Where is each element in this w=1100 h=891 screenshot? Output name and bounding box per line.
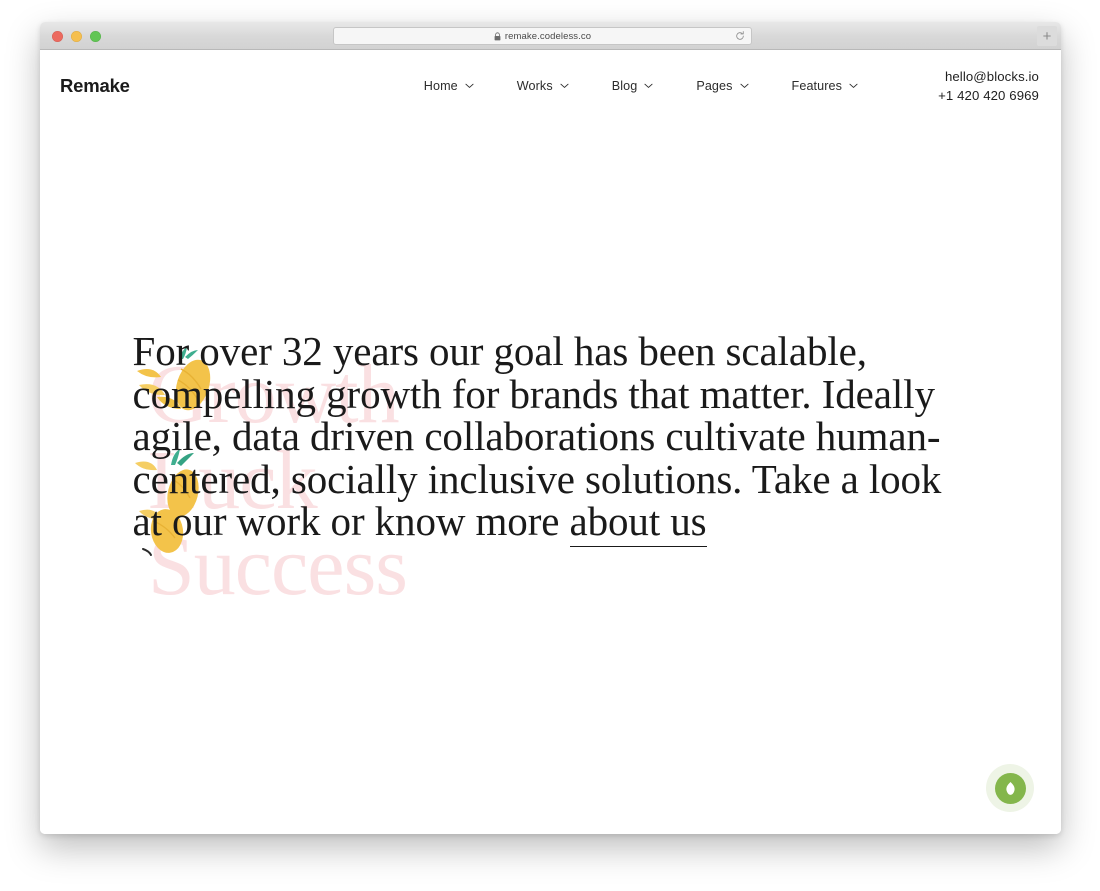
nav-item-label: Home bbox=[423, 79, 458, 93]
nav-item-pages[interactable]: Pages bbox=[696, 79, 749, 93]
nav-item-label: Pages bbox=[696, 79, 733, 93]
address-bar-url: remake.codeless.co bbox=[504, 30, 592, 42]
floating-action-button[interactable] bbox=[986, 764, 1034, 812]
address-bar-content: remake.codeless.co bbox=[494, 31, 591, 42]
page-viewport: Remake Home Works Blog Pages Features he… bbox=[40, 50, 1061, 834]
hero-headline: For over 32 years our goal has been scal… bbox=[126, 330, 976, 547]
contact-email[interactable]: hello@blocks.io bbox=[938, 67, 1039, 86]
reload-icon[interactable] bbox=[735, 31, 745, 41]
main-navigation: Home Works Blog Pages Features bbox=[424, 79, 858, 93]
contact-info: hello@blocks.io +1 420 420 6969 bbox=[938, 67, 1039, 105]
about-us-link[interactable]: about us bbox=[569, 498, 707, 547]
contact-phone[interactable]: +1 420 420 6969 bbox=[938, 86, 1039, 105]
traffic-lights bbox=[52, 31, 101, 42]
site-logo[interactable]: Remake bbox=[60, 75, 130, 97]
nav-item-blog[interactable]: Blog bbox=[612, 79, 654, 93]
lock-icon bbox=[494, 31, 501, 40]
new-tab-button[interactable]: + bbox=[1037, 26, 1057, 46]
new-tab-label: + bbox=[1042, 27, 1052, 45]
browser-title-bar: remake.codeless.co + bbox=[40, 22, 1061, 50]
chevron-down-icon bbox=[465, 83, 474, 88]
nav-item-home[interactable]: Home bbox=[424, 79, 474, 93]
nav-item-features[interactable]: Features bbox=[792, 79, 859, 93]
chevron-down-icon bbox=[739, 83, 749, 88]
hero-section: Growth Luck Success For over 32 years ou… bbox=[40, 330, 1061, 650]
leaf-icon bbox=[1005, 781, 1015, 795]
minimize-window-button[interactable] bbox=[71, 31, 82, 42]
chevron-down-icon bbox=[644, 83, 653, 88]
fab-core bbox=[994, 772, 1026, 804]
nav-item-label: Blog bbox=[611, 79, 638, 93]
nav-item-label: Features bbox=[791, 79, 843, 93]
close-window-button[interactable] bbox=[52, 31, 63, 42]
browser-window: remake.codeless.co + Remake Home Works B… bbox=[40, 22, 1061, 834]
site-header: Remake Home Works Blog Pages Features he… bbox=[40, 50, 1061, 122]
nav-item-works[interactable]: Works bbox=[517, 79, 569, 93]
address-bar[interactable]: remake.codeless.co bbox=[333, 27, 752, 45]
chevron-down-icon bbox=[849, 83, 858, 88]
nav-item-label: Works bbox=[516, 79, 553, 93]
chevron-down-icon bbox=[560, 83, 569, 88]
maximize-window-button[interactable] bbox=[90, 31, 101, 42]
